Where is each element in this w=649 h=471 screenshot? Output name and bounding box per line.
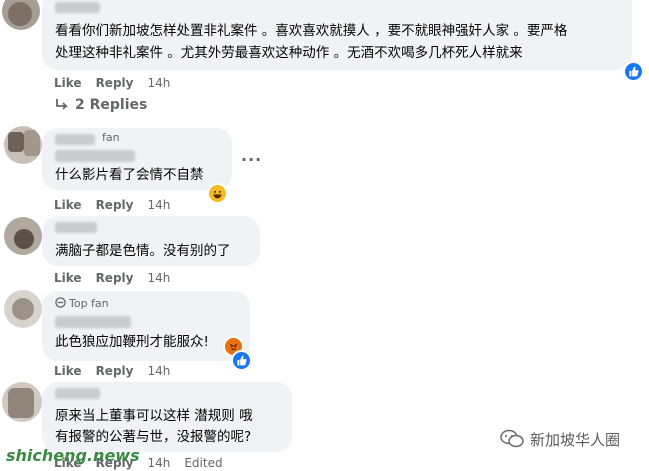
commenter-name-blurred (55, 150, 135, 162)
timestamp[interactable]: 14h (147, 76, 170, 90)
commenter-name[interactable] (55, 2, 100, 13)
comment-actions: Like Reply 14h (54, 364, 184, 378)
haha-reaction-icon[interactable] (207, 183, 228, 204)
like-button[interactable]: Like (54, 364, 82, 378)
view-replies-link[interactable]: 2 Replies (55, 97, 147, 113)
reply-button[interactable]: Reply (96, 76, 134, 90)
replies-count[interactable]: 2 Replies (75, 97, 147, 113)
brand-watermark: 新加坡华人圈 (500, 429, 620, 450)
comment-text: 满脑子都是色情。没有别的了 (55, 243, 231, 259)
avatar[interactable] (2, 382, 42, 422)
commenter-name[interactable] (55, 316, 131, 328)
timestamp[interactable]: 14h (147, 271, 170, 285)
commenter-name[interactable] (55, 222, 97, 233)
more-options-icon[interactable]: ··· (241, 150, 262, 169)
reply-button[interactable]: Reply (96, 364, 134, 378)
timestamp[interactable]: 14h (147, 456, 170, 470)
badge-icon (55, 297, 66, 308)
like-button[interactable]: Like (54, 198, 82, 212)
avatar[interactable] (4, 290, 42, 328)
reply-arrow-icon (56, 99, 69, 110)
top-fan-badge: Top fan (55, 297, 109, 310)
site-watermark: shicheng.news (6, 446, 140, 465)
edited-label: Edited (184, 456, 223, 470)
wechat-icon (500, 429, 524, 448)
avatar[interactable] (2, 0, 40, 30)
avatar[interactable] (4, 126, 42, 164)
comment-text: 原来当上董事可以这样 潜规则 哦 (55, 408, 253, 424)
comment-text: 处理这种非礼案件 。尤其外劳最喜欢这种动作 。无酒不欢喝多几杯死人样就来 (55, 45, 523, 61)
timestamp[interactable]: 14h (147, 198, 170, 212)
brand-name: 新加坡华人圈 (530, 431, 621, 449)
like-reaction-icon[interactable] (623, 61, 644, 82)
comment-actions: Like Reply 14h (54, 198, 184, 212)
comment-text: 什么影片看了会情不自禁 (55, 167, 204, 183)
like-reaction-icon[interactable] (231, 350, 252, 371)
timestamp[interactable]: 14h (147, 364, 170, 378)
top-fan-label: Top fan (69, 297, 109, 310)
comment-actions: Like Reply 14h (54, 76, 184, 90)
commenter-name[interactable] (55, 388, 100, 399)
avatar[interactable] (4, 217, 42, 255)
comment-text: 此色狼应加鞭刑才能服众! (55, 334, 209, 350)
comment-actions: Like Reply 14h (54, 271, 184, 285)
comment-text: 有报警的公著与世，没报警的呢? (55, 429, 252, 445)
comment-text: 看看你们新加坡怎样处置非礼案件 。喜欢喜欢就摸人 ，要不就眼神强奸人家 。要严格 (55, 23, 568, 39)
like-button[interactable]: Like (54, 76, 82, 90)
commenter-name[interactable] (55, 134, 95, 145)
reply-button[interactable]: Reply (96, 198, 134, 212)
partial-name: fan (102, 131, 120, 144)
reply-button[interactable]: Reply (96, 271, 134, 285)
like-button[interactable]: Like (54, 271, 82, 285)
